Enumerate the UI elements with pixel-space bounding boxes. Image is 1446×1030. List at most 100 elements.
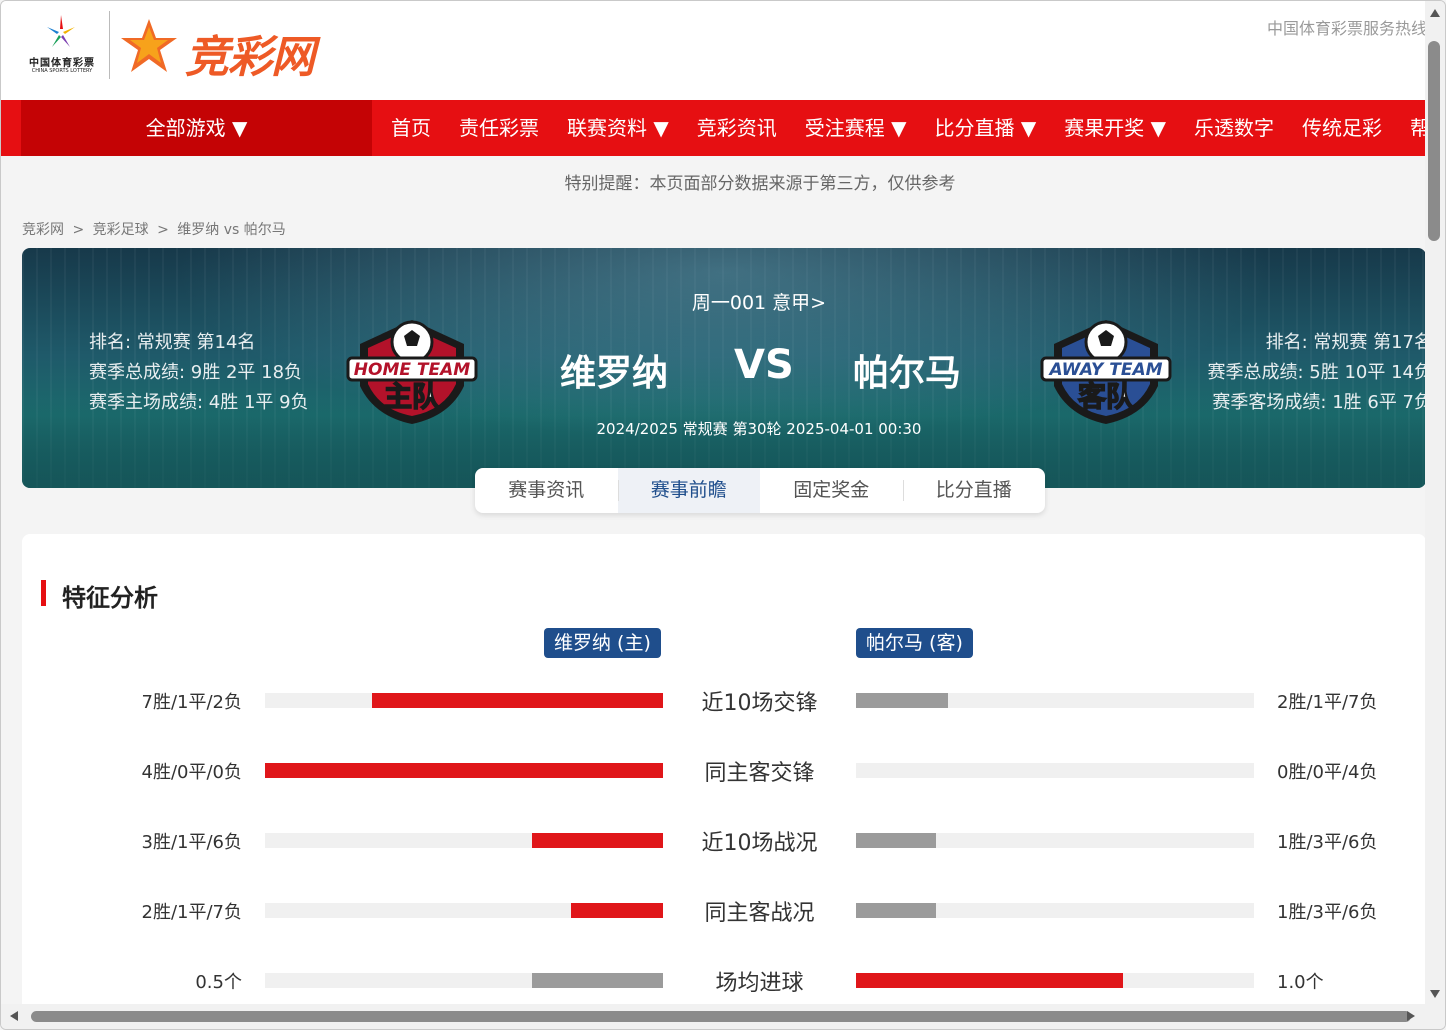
china-sports-lottery-logo[interactable]: 中国体育彩票 CHINA SPORTS LOTTERY [19,13,105,77]
browser-viewport: 中国体育彩票 CHINA SPORTS LOTTERY 竞彩网 中国体育彩票服务… [0,0,1446,1030]
away-rank: 排名: 常规赛 第17名 [1265,332,1426,353]
home-bar [532,833,663,848]
away-value: 2胜/1平/7负 [1277,692,1378,713]
nav-item[interactable]: 首页 [377,100,445,156]
match-meta: 2024/2025 常规赛 第30轮 2025-04-01 00:30 [596,420,922,438]
row-label: 近10场交锋 [701,691,818,716]
nav-item[interactable]: 比分直播 ▼ [921,100,1051,156]
home-badge-label: HOME TEAM [354,360,470,380]
home-bar [571,903,663,918]
site-header: 中国体育彩票 CHINA SPORTS LOTTERY 竞彩网 中国体育彩票服务… [1,1,1427,100]
tab-match-news[interactable]: 赛事资讯 [475,468,618,513]
home-bar-track [265,903,663,918]
away-value: 1.0个 [1277,972,1324,993]
home-team-stats: 排名: 常规赛 第14名 赛季总成绩: 9胜 2平 18负 赛季主场成绩: 4胜… [89,328,309,418]
lottery-star-icon [47,15,75,47]
notice-text: 特别提醒：本页面部分数据来源于第三方，仅供参考 [564,174,956,194]
nav-item[interactable]: 竞彩资讯 [683,100,791,156]
breadcrumb-separator: > [72,222,85,238]
breadcrumb-current: 维罗纳 vs 帕尔马 [177,222,286,238]
home-bar [265,763,663,778]
feature-analysis-panel: 特征分析 维罗纳 (主) 帕尔马 (客) 7胜/1平/2负 近10场交锋 2胜/1平… [22,534,1426,1029]
home-season-record: 赛季总成绩: 9胜 2平 18负 [89,362,303,383]
orange-star-icon [121,19,177,72]
away-bar-track [856,903,1254,918]
site-logo[interactable]: 竞彩网 [119,15,355,83]
away-badge-cn: 客队 [1078,380,1135,413]
match-round-link[interactable]: 周一001 意甲> [22,288,1426,315]
away-bar [856,833,936,848]
scroll-up-icon[interactable] [1430,9,1440,17]
away-bar [856,973,1123,988]
comparison-row: 0.5个 场均进球 1.0个 [22,961,1426,1001]
match-tabs: 赛事资讯 赛事前瞻 固定奖金 比分直播 [475,468,1045,513]
nav-item[interactable]: 传统足彩 [1288,100,1396,156]
nav-item[interactable]: 受注赛程 ▼ [791,100,921,156]
home-value: 0.5个 [195,972,242,993]
home-bar [372,693,663,708]
home-bar-track [265,693,663,708]
away-bar-track [856,763,1254,778]
home-bar-track [265,763,663,778]
away-bar-track [856,973,1254,988]
comparison-row: 3胜/1平/6负 近10场战况 1胜/3平/6负 [22,821,1426,861]
away-value: 0胜/0平/4负 [1277,762,1378,783]
row-label: 同主客战况 [704,901,815,926]
vs-label: VS [734,342,794,388]
home-bar-track [265,973,663,988]
breadcrumb: 竞彩网 > 竞彩足球 > 维罗纳 vs 帕尔马 [22,219,290,239]
section-title: 特征分析 [41,578,158,613]
tab-match-preview[interactable]: 赛事前瞻 [617,468,760,513]
away-badge-label: AWAY TEAM [1047,360,1162,380]
away-bar [856,903,936,918]
comparison-row: 4胜/0平/0负 同主客交锋 0胜/0平/4负 [22,751,1426,791]
home-venue-record: 赛季主场成绩: 4胜 1平 9负 [89,392,309,413]
service-hotline: 中国体育彩票服务热线 [1266,19,1427,38]
home-team-name[interactable]: 维罗纳 [560,344,668,396]
home-team-tag: 维罗纳 (主) [544,628,661,658]
tab-live-score[interactable]: 比分直播 [902,468,1046,513]
horizontal-scrollbar[interactable] [1,1004,1445,1029]
away-season-record: 赛季总成绩: 5胜 10平 14负 [1207,362,1427,383]
logo-cn-text: 中国体育彩票 [29,58,95,69]
match-banner: 周一001 意甲> 排名: 常规赛 第14名 赛季总成绩: 9胜 2平 18负 … [22,248,1426,488]
home-value: 4胜/0平/0负 [141,762,243,783]
comparison-row: 7胜/1平/2负 近10场交锋 2胜/1平/7负 [22,681,1426,721]
scroll-left-icon[interactable] [10,1011,18,1021]
home-value: 3胜/1平/6负 [141,832,243,853]
breadcrumb-link-football[interactable]: 竞彩足球 [93,222,149,238]
away-team-stats: 排名: 常规赛 第17名 赛季总成绩: 5胜 10平 14负 赛季客场成绩: 1… [1208,328,1427,418]
away-bar-track [856,693,1254,708]
home-badge-cn: 主队 [384,380,441,413]
breadcrumb-separator: > [157,222,169,238]
scroll-right-icon[interactable] [1407,1011,1415,1021]
logo-en-text: CHINA SPORTS LOTTERY [31,68,93,74]
away-bar-track [856,833,1254,848]
row-label: 场均进球 [715,971,804,996]
home-team-badge: HOME TEAM 主队 [346,320,478,424]
nav-items: 首页 责任彩票 联赛资料 ▼ 竞彩资讯 受注赛程 ▼ 比分直播 ▼ 赛果开奖 ▼… [377,100,1444,156]
away-team-tag: 帕尔马 (客) [856,628,973,658]
away-team-name[interactable]: 帕尔马 [853,344,961,396]
nav-item[interactable]: 联赛资料 ▼ [553,100,683,156]
breadcrumb-link-home[interactable]: 竞彩网 [22,222,64,238]
comparison-row: 2胜/1平/7负 同主客战况 1胜/3平/6负 [22,891,1426,931]
nav-item[interactable]: 赛果开奖 ▼ [1050,100,1180,156]
scrollbar-thumb[interactable] [31,1011,1411,1022]
site-logo-text: 竞彩网 [185,32,315,83]
all-games-menu[interactable]: 全部游戏 ▼ [21,100,372,156]
home-value: 7胜/1平/2负 [141,692,243,713]
scroll-down-icon[interactable] [1430,990,1440,998]
nav-item[interactable]: 责任彩票 [445,100,553,156]
away-value: 1胜/3平/6负 [1277,832,1378,853]
scrollbar-thumb[interactable] [1428,41,1440,241]
row-label: 同主客交锋 [704,761,815,786]
tab-fixed-odds[interactable]: 固定奖金 [760,468,903,513]
home-rank: 排名: 常规赛 第14名 [89,332,256,353]
logo-divider [109,11,110,79]
home-bar-track [265,833,663,848]
home-value: 2胜/1平/7负 [141,902,243,923]
away-value: 1胜/3平/6负 [1277,902,1378,923]
nav-item[interactable]: 乐透数字 [1180,100,1288,156]
vertical-scrollbar[interactable] [1425,1,1445,1006]
